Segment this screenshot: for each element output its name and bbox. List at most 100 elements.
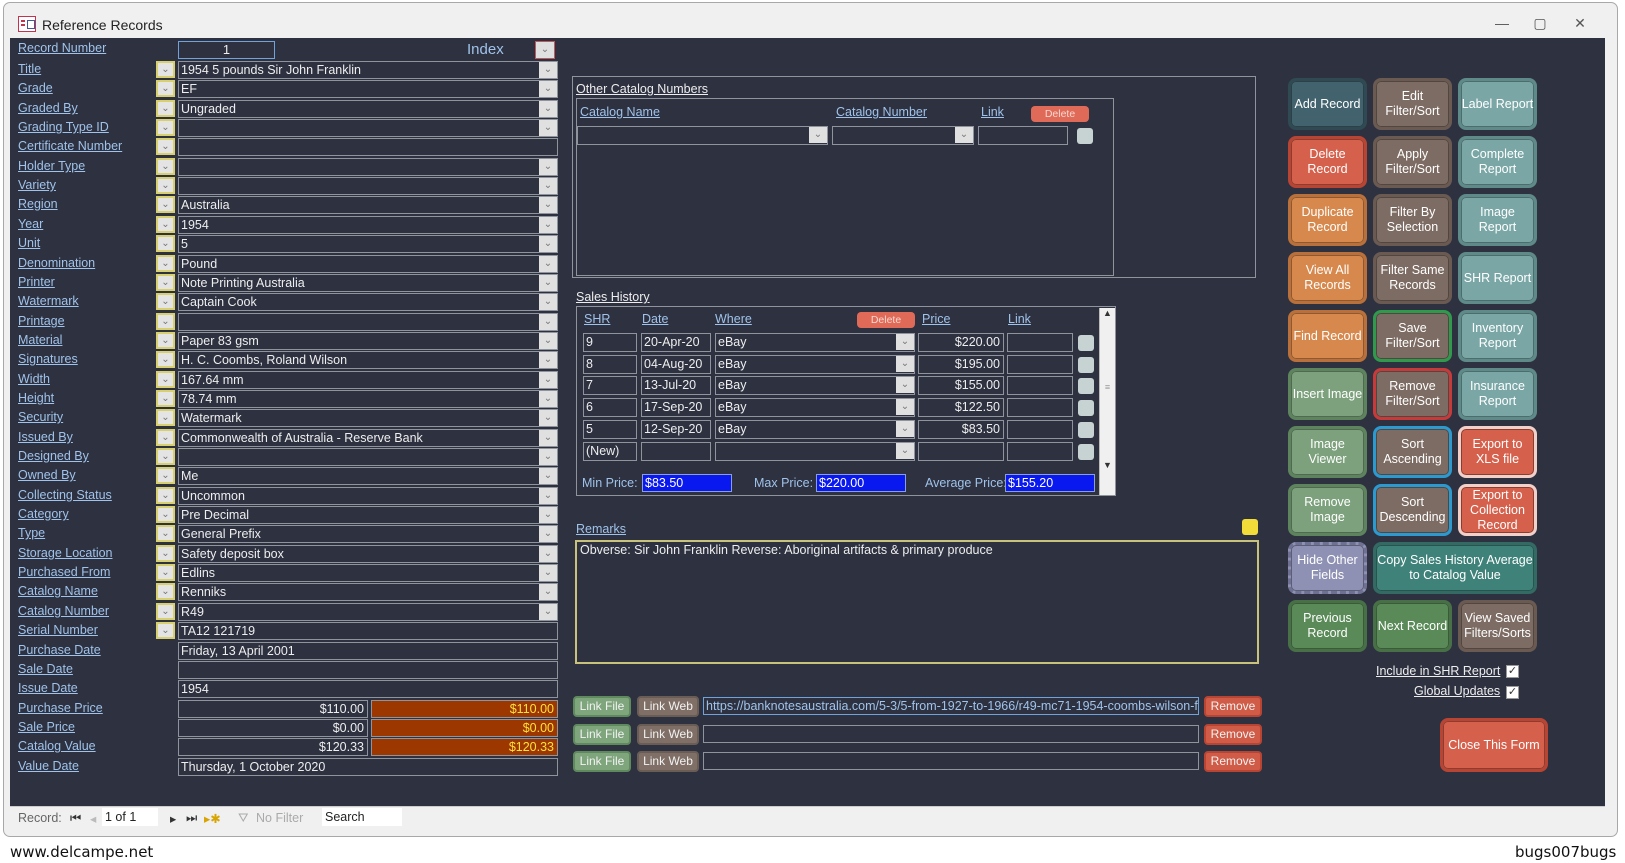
chevron-down-icon[interactable]: ⌄ [539, 488, 557, 504]
chevron-down-icon[interactable]: ⌄ [896, 355, 914, 372]
link-cell[interactable] [1007, 441, 1073, 461]
shr-cell[interactable]: 9 [583, 333, 637, 352]
field-label[interactable]: Issued By [18, 430, 73, 444]
date-cell[interactable]: 04-Aug-20 [641, 354, 711, 374]
link-file-button[interactable]: Link File [573, 751, 631, 772]
lookup-button[interactable]: ⌄ [156, 487, 175, 504]
field-value[interactable]: 1954 5 pounds Sir John Franklin ⌄ [178, 61, 558, 79]
export-collection-button[interactable]: Export to Collection Record [1458, 484, 1537, 536]
chevron-down-icon[interactable]: ⌄ [539, 584, 557, 600]
field-value[interactable]: Ungraded ⌄ [178, 100, 558, 118]
field-label[interactable]: Unit [18, 236, 40, 250]
complete-report-button[interactable]: Complete Report [1458, 136, 1537, 188]
date-cell[interactable] [641, 441, 711, 461]
price-cell[interactable]: $83.50 [918, 419, 1004, 439]
catalog-number-field[interactable]: ⌄ [832, 126, 974, 145]
field-label[interactable]: Storage Location [18, 546, 113, 560]
link-cell[interactable] [1007, 419, 1073, 439]
shr-cell[interactable]: 5 [583, 419, 637, 439]
date-label[interactable]: Sale Date [18, 662, 73, 676]
chevron-down-icon[interactable]: ⌄ [539, 314, 557, 330]
price-label[interactable]: Sale Price [18, 720, 75, 734]
lookup-button[interactable]: ⌄ [156, 583, 175, 600]
field-value[interactable]: Captain Cook ⌄ [178, 293, 558, 311]
col-link[interactable]: Link [981, 105, 1004, 119]
date-label[interactable]: Purchase Date [18, 643, 101, 657]
field-value[interactable]: Note Printing Australia ⌄ [178, 274, 558, 292]
link-url-field[interactable]: https://banknotesaustralia.com/5-3/5-fro… [703, 697, 1199, 715]
lookup-button[interactable]: ⌄ [156, 448, 175, 465]
col-sale-link[interactable]: Link [1008, 312, 1031, 326]
lookup-button[interactable]: ⌄ [156, 313, 175, 330]
chevron-down-icon[interactable]: ⌄ [539, 352, 557, 368]
chevron-down-icon[interactable]: ⌄ [539, 391, 557, 407]
sort-desc-button[interactable]: Sort Descending [1373, 484, 1452, 536]
field-value[interactable]: Uncommon ⌄ [178, 487, 558, 505]
record-selector[interactable] [1078, 443, 1094, 460]
image-viewer-button[interactable]: Image Viewer [1288, 426, 1367, 478]
field-label[interactable]: Graded By [18, 101, 78, 115]
field-value[interactable]: 78.74 mm ⌄ [178, 390, 558, 408]
chevron-down-icon[interactable]: ⌄ [539, 449, 557, 465]
where-cell[interactable]: eBay ⌄ [715, 398, 915, 418]
chevron-down-icon[interactable]: ⌄ [539, 410, 557, 426]
field-value[interactable]: Edlins ⌄ [178, 564, 558, 582]
view-all-button[interactable]: View All Records [1288, 252, 1367, 304]
chevron-down-icon[interactable]: ⌄ [539, 159, 557, 175]
field-label[interactable]: Watermark [18, 294, 79, 308]
sort-asc-button[interactable]: Sort Ascending [1373, 426, 1452, 478]
col-price[interactable]: Price [922, 312, 950, 326]
chevron-down-icon[interactable]: ⌄ [539, 197, 557, 213]
link-file-button[interactable]: Link File [573, 723, 631, 745]
field-value[interactable]: R49 ⌄ [178, 603, 558, 621]
where-cell[interactable]: eBay ⌄ [715, 354, 915, 374]
lookup-button[interactable]: ⌄ [156, 138, 175, 155]
insurance-report-button[interactable]: Insurance Report [1458, 368, 1537, 420]
link-web-button[interactable]: Link Web [637, 696, 699, 717]
include-shr-checkbox[interactable]: ✓ [1506, 665, 1519, 678]
field-label[interactable]: Material [18, 333, 62, 347]
field-value[interactable]: Pound ⌄ [178, 255, 558, 273]
link-cell[interactable] [1007, 376, 1073, 396]
col-date[interactable]: Date [642, 312, 668, 326]
chevron-down-icon[interactable]: ⌄ [896, 399, 914, 416]
link-cell[interactable] [1007, 333, 1073, 352]
chevron-down-icon[interactable]: ⌄ [539, 217, 557, 233]
export-xls-button[interactable]: Export to XLS file [1458, 426, 1537, 478]
lookup-button[interactable]: ⌄ [156, 506, 175, 523]
lookup-button[interactable]: ⌄ [156, 274, 175, 291]
lookup-button[interactable]: ⌄ [156, 390, 175, 407]
field-label[interactable]: Certificate Number [18, 139, 122, 153]
field-value[interactable] [178, 138, 558, 156]
new-record-icon[interactable]: ▸✱ [204, 811, 221, 826]
field-label[interactable]: Title [18, 62, 41, 76]
field-value[interactable]: ⌄ [178, 158, 558, 176]
lookup-button[interactable]: ⌄ [156, 409, 175, 426]
field-value[interactable]: ⌄ [178, 313, 558, 331]
search-input[interactable]: Search [322, 808, 402, 826]
close-form-button[interactable]: Close This Form [1440, 718, 1548, 772]
price-field[interactable]: $0.00 [178, 719, 368, 737]
remove-link-button[interactable]: Remove [1204, 696, 1262, 717]
field-label[interactable]: Serial Number [18, 623, 98, 637]
date-cell[interactable]: 17-Sep-20 [641, 398, 711, 418]
date-cell[interactable]: 13-Jul-20 [641, 376, 711, 396]
record-selector[interactable] [1078, 378, 1094, 395]
remarks-label[interactable]: Remarks [576, 522, 626, 536]
link-url-field[interactable] [703, 752, 1199, 770]
insert-image-button[interactable]: Insert Image [1288, 368, 1367, 420]
link-file-button[interactable]: Link File [573, 696, 631, 717]
previous-record-button[interactable]: Previous Record [1288, 600, 1367, 652]
lookup-button[interactable]: ⌄ [156, 177, 175, 194]
chevron-down-icon[interactable]: ⌄ [539, 256, 557, 272]
col-catalog-name[interactable]: Catalog Name [580, 105, 660, 119]
label-report-button[interactable]: Label Report [1458, 78, 1537, 130]
shr-cell[interactable]: 7 [583, 376, 637, 396]
field-label[interactable]: Owned By [18, 468, 76, 482]
chevron-down-icon[interactable]: ⌄ [896, 377, 914, 394]
duplicate-record-button[interactable]: Duplicate Record [1288, 194, 1367, 246]
global-updates-checkbox[interactable]: ✓ [1506, 686, 1519, 699]
lookup-button[interactable]: ⌄ [156, 216, 175, 233]
next-record-icon[interactable]: ▸ [170, 811, 176, 826]
lookup-button[interactable]: ⌄ [156, 293, 175, 310]
